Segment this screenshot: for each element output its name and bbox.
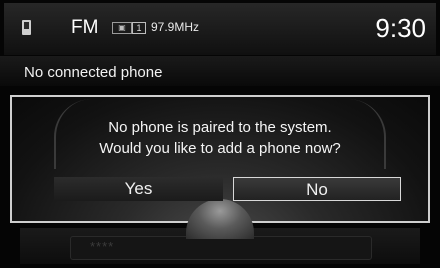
phone-icon — [22, 20, 31, 35]
dialog-message-line-2: Would you like to add a phone now? — [99, 140, 341, 157]
dialog-message-line-1: No phone is paired to the system. — [108, 119, 332, 136]
radio-band: FM — [71, 17, 99, 38]
preset-number: 1 — [132, 22, 146, 34]
dialog-message: No phone is paired to the system. Would … — [12, 117, 428, 159]
clock: 9:30 — [375, 13, 426, 43]
background-field — [70, 236, 372, 260]
yes-button[interactable]: Yes — [54, 177, 223, 201]
selector-knob-graphic — [186, 199, 254, 239]
preset-icon: ▣ — [112, 22, 132, 34]
page-title: No connected phone — [24, 64, 163, 81]
radio-frequency: 97.9MHz — [151, 20, 200, 34]
pairing-dialog: No phone is paired to the system. Would … — [10, 95, 430, 239]
no-button[interactable]: No — [233, 177, 401, 201]
masked-number: **** — [90, 239, 115, 254]
status-bar: FM ▣ 1 97.9MHz 9:30 — [4, 3, 436, 55]
infotainment-screen: FM ▣ 1 97.9MHz 9:30 No connected phone *… — [0, 0, 440, 268]
page-header: No connected phone — [0, 56, 440, 86]
